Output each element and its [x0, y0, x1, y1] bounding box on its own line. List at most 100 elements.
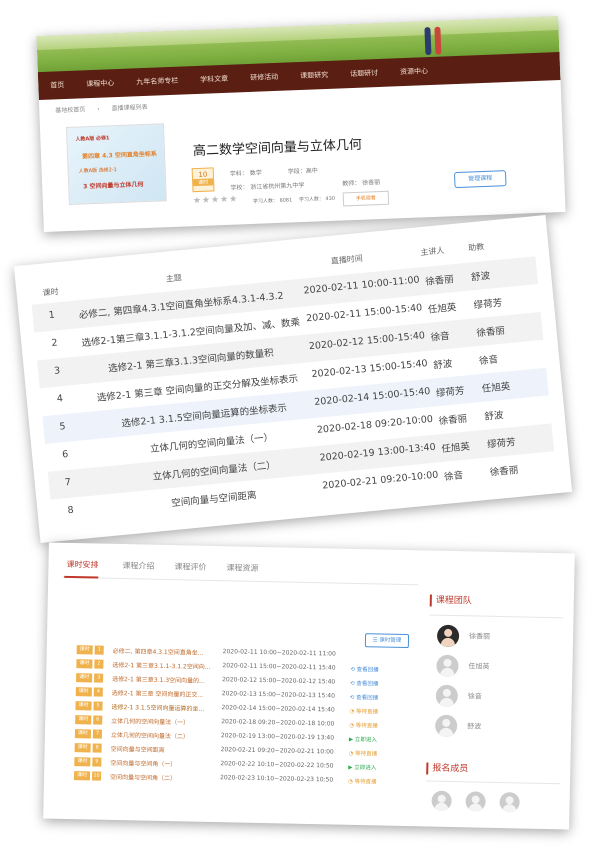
avatar-placeholder-icon[interactable] — [499, 792, 520, 813]
row-time: 2020-02-19 13:00-13:40 — [319, 441, 437, 464]
row-number: 6 — [61, 448, 69, 461]
nav-activities[interactable]: 研修活动 — [250, 72, 278, 83]
nav-research[interactable]: 课题研究 — [300, 70, 328, 81]
lesson-tag: 课时 — [76, 645, 93, 655]
row-time: 2020-02-11 15:00-15:40 — [305, 302, 423, 325]
breadcrumb-home[interactable]: 基地校首页 — [55, 106, 85, 114]
manage-lessons-button[interactable]: ☰ 课时管理 — [364, 633, 410, 649]
lesson-time: 2020-02-23 10:10~2020-02-23 10:50 — [219, 774, 334, 784]
column-topic: 主题 — [165, 273, 183, 284]
lesson-time: 2020-02-21 09:20~2020-02-21 10:00 — [220, 746, 334, 756]
banner-person — [424, 26, 432, 56]
lesson-number: 4 — [93, 687, 103, 697]
lesson-title[interactable]: 立体几何的空间向量法（一） — [111, 716, 189, 727]
status-label: 查看回播 — [356, 680, 379, 688]
row-time: 2020-02-11 10:00-11:00 — [303, 274, 421, 297]
lesson-title[interactable]: 空间向量与空间角（一） — [110, 758, 176, 768]
lesson-title[interactable]: 选修2-1 第三章3.1.1-3.1.2空间向... — [112, 660, 210, 671]
waiting-live-button[interactable]: ◔ 等待直播 — [349, 749, 378, 758]
row-time: 2020-02-18 09:20-10:00 — [316, 413, 434, 436]
row-number: 7 — [64, 476, 72, 489]
lesson-number: 10 — [91, 771, 102, 781]
row-assistant: 徐香丽 — [475, 325, 506, 340]
team-member[interactable]: 任旭英 — [436, 654, 546, 681]
breadcrumb-current[interactable]: 直播课程列表 — [111, 104, 147, 112]
replay-button[interactable]: ⟲ 查看回播 — [350, 679, 379, 688]
lesson-time: 2020-02-19 13:00~2020-02-19 13:40 — [220, 732, 335, 742]
team-member[interactable]: 舒波 — [434, 714, 545, 741]
row-time: 2020-02-12 15:00-15:40 — [308, 330, 426, 353]
avatar — [436, 624, 460, 648]
nav-articles[interactable]: 学科文章 — [200, 74, 228, 85]
schedule-table-card: 课时 主题 直播时间 主讲人 助教 1 必修二, 第四章4.3.1空间直角坐标系… — [13, 215, 573, 543]
mobile-watch-button[interactable]: 手机观看 — [342, 190, 390, 207]
tab-course-review[interactable]: 课程评价 — [174, 561, 206, 573]
row-number: 5 — [59, 421, 67, 433]
column-assistant: 助教 — [467, 242, 485, 253]
lesson-tag: 课时 — [76, 659, 93, 669]
row-speaker: 缪荷芳 — [435, 385, 465, 400]
lesson-number: 6 — [93, 715, 103, 725]
row-number: 1 — [48, 309, 56, 322]
nav-home[interactable]: 首页 — [50, 80, 64, 91]
course-school: 学校： 浙江省杭州第九中学 — [230, 181, 305, 192]
nav-famous-teachers[interactable]: 九年名师专栏 — [136, 76, 178, 88]
status-label: 查看回播 — [356, 666, 379, 674]
waiting-live-button[interactable]: ◔ 等待直播 — [349, 721, 378, 730]
lesson-title[interactable]: 选修2-1 第三章 空间向量的正交... — [112, 688, 204, 699]
tab-divider — [62, 576, 419, 586]
member-name: 徐音 — [467, 692, 482, 701]
avatar-placeholder-icon — [436, 654, 459, 678]
row-speaker: 徐音 — [443, 470, 464, 483]
nav-resources[interactable]: 资源中心 — [400, 66, 428, 77]
lesson-title[interactable]: 选修2-1 3.1.5空间向量运算的坐... — [111, 702, 204, 713]
nav-course-center[interactable]: 课程中心 — [86, 78, 114, 89]
divider — [429, 614, 564, 619]
lesson-title[interactable]: 选修2-1 第三章3.1.3空间向量的... — [112, 674, 205, 685]
lesson-title[interactable]: 必修二, 第四章4.3.1空间直角坐... — [113, 646, 204, 657]
avatar-placeholder-icon — [434, 714, 458, 738]
row-speaker: 徐香丽 — [438, 413, 468, 428]
tab-course-resources[interactable]: 课程资源 — [226, 562, 258, 574]
lesson-title[interactable]: 立体几何的空间向量法（二） — [111, 730, 189, 741]
row-assistant: 缪荷芳 — [473, 297, 503, 312]
lesson-time: 2020-02-12 15:00~2020-02-12 15:40 — [222, 676, 336, 686]
avatar-placeholder-icon[interactable] — [431, 790, 452, 812]
nav-topics[interactable]: 话题研讨 — [350, 68, 378, 79]
enter-now-button[interactable]: ▶ 立即进入 — [349, 735, 377, 744]
tab-course-intro[interactable]: 课程介绍 — [122, 560, 154, 572]
column-lesson: 课时 — [42, 287, 59, 298]
lesson-title[interactable]: 空间向量与空间距离 — [111, 744, 165, 754]
row-speaker: 任旭英 — [440, 441, 471, 456]
tab-lesson-schedule[interactable]: 课时安排 — [66, 559, 98, 571]
status-label: 等待直播 — [354, 778, 377, 786]
row-assistant: 舒波 — [470, 270, 491, 284]
cover-text: 3 空间向量与立体几何 — [83, 181, 144, 191]
manage-course-button[interactable]: 管理课程 — [453, 170, 507, 189]
breadcrumb: 基地校首页 › 直播课程列表 — [55, 101, 158, 115]
row-number: 3 — [53, 365, 61, 377]
replay-button[interactable]: ⟲ 查看回播 — [350, 693, 379, 702]
row-time: 2020-02-13 15:00-15:40 — [311, 358, 429, 381]
course-stage: 学段：高中 — [287, 167, 318, 176]
waiting-live-button[interactable]: ◔ 等待直播 — [349, 707, 378, 716]
lesson-time: 2020-02-18 09:20~2020-02-18 10:00 — [221, 718, 335, 728]
row-speaker: 任旭英 — [427, 302, 457, 316]
replay-button[interactable]: ⟲ 查看回播 — [350, 665, 379, 674]
row-assistant: 舒波 — [484, 410, 505, 423]
waiting-live-button[interactable]: ◔ 等待直播 — [348, 777, 377, 786]
row-topic: 空间向量与空间距离 — [170, 490, 258, 510]
course-cover-image: 人教A版 必修1 第四章 4.3 空间直角坐标系 人教A版 选修2-1 3 空间… — [65, 123, 167, 205]
team-member[interactable]: 徐音 — [435, 684, 546, 711]
lesson-number: 2 — [94, 659, 104, 669]
lesson-number: 7 — [92, 729, 103, 739]
row-speaker: 徐音 — [430, 330, 451, 344]
lesson-tag: 课时 — [76, 673, 93, 683]
cover-text: 第四章 4.3 空间直角坐标系 — [81, 150, 157, 161]
team-member[interactable]: 徐香丽 — [436, 624, 547, 651]
enter-now-button[interactable]: ▶ 立即进入 — [348, 763, 376, 772]
row-number: 4 — [56, 393, 64, 405]
avatar-placeholder-icon[interactable] — [465, 791, 486, 812]
lesson-title[interactable]: 空间向量与空间角（二） — [110, 772, 176, 782]
row-number: 8 — [67, 504, 75, 517]
